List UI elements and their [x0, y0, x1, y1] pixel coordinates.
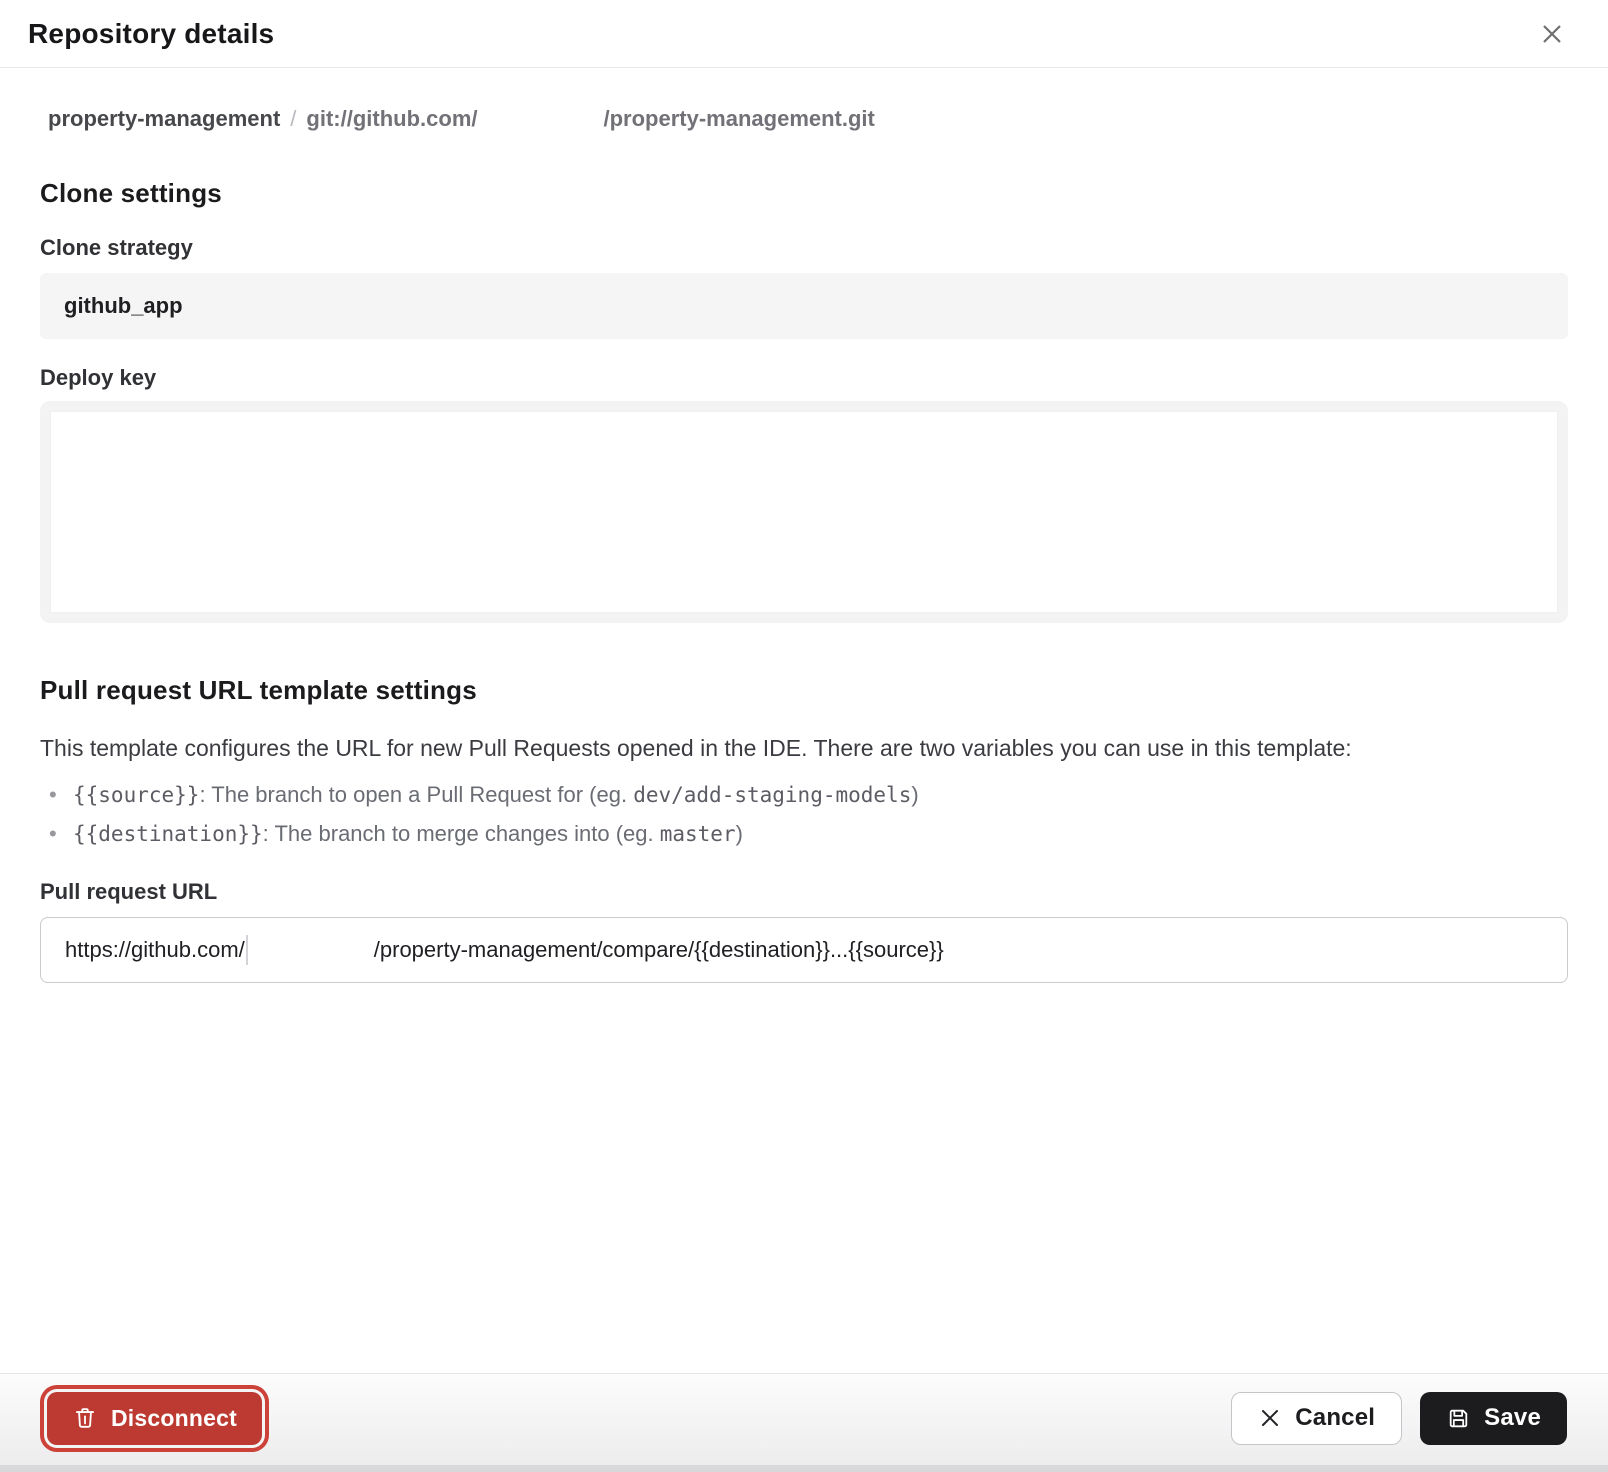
modal-footer: Disconnect Cancel Save	[0, 1373, 1608, 1472]
cancel-button-label: Cancel	[1295, 1404, 1375, 1432]
destination-variable-text: : The branch to merge changes into (eg.	[263, 821, 660, 846]
cancel-button[interactable]: Cancel	[1231, 1392, 1402, 1445]
destination-variable-code: {{destination}}	[73, 822, 263, 846]
source-variable-example: dev/add-staging-models	[633, 783, 911, 807]
clone-strategy-label: Clone strategy	[40, 235, 1568, 261]
modal-header: Repository details	[0, 0, 1608, 68]
deploy-key-textarea[interactable]	[40, 401, 1568, 623]
template-variable-source: {{source}}: The branch to open a Pull Re…	[40, 780, 1568, 810]
disconnect-button-label: Disconnect	[111, 1405, 237, 1432]
disconnect-button[interactable]: Disconnect	[47, 1392, 262, 1445]
pull-request-url-label: Pull request URL	[40, 879, 1568, 905]
deploy-key-label: Deploy key	[40, 365, 1568, 391]
source-variable-suffix: )	[911, 782, 918, 807]
destination-variable-suffix: )	[736, 821, 743, 846]
clone-strategy-value: github_app	[64, 293, 183, 319]
destination-variable-example: master	[660, 822, 736, 846]
remote-url-prefix: git://github.com/	[306, 106, 477, 131]
pull-request-url-suffix: /property-management/compare/{{destinati…	[374, 937, 944, 963]
modal-title: Repository details	[28, 18, 274, 50]
save-button[interactable]: Save	[1420, 1392, 1567, 1445]
source-variable-code: {{source}}	[73, 783, 199, 807]
clone-strategy-field: github_app	[40, 273, 1568, 339]
redacted-org-name	[248, 950, 374, 951]
close-icon	[1537, 19, 1567, 49]
save-button-label: Save	[1484, 1404, 1541, 1432]
save-floppy-icon	[1446, 1406, 1471, 1431]
breadcrumb-separator: /	[280, 106, 306, 131]
remote-url-suffix: /property-management.git	[604, 106, 875, 131]
redacted-org-name	[478, 125, 604, 126]
pull-request-url-input[interactable]: https://github.com/ /property-management/…	[40, 917, 1568, 983]
template-variable-list: {{source}}: The branch to open a Pull Re…	[40, 780, 1568, 849]
close-button[interactable]	[1532, 14, 1572, 54]
pull-request-url-prefix: https://github.com/	[65, 937, 245, 963]
cancel-x-icon	[1258, 1406, 1282, 1430]
breadcrumb: property-management/git://github.com/ /pr…	[40, 104, 1568, 134]
pr-template-description: This template configures the URL for new…	[40, 732, 1568, 764]
template-variable-destination: {{destination}}: The branch to merge cha…	[40, 819, 1568, 849]
clone-settings-heading: Clone settings	[40, 178, 1568, 209]
pr-template-heading: Pull request URL template settings	[40, 675, 1568, 706]
footer-actions: Cancel Save	[1231, 1392, 1567, 1445]
source-variable-text: : The branch to open a Pull Request for …	[199, 782, 633, 807]
trash-icon	[72, 1405, 98, 1431]
modal-body: property-management/git://github.com/ /pr…	[0, 104, 1608, 983]
repository-name: property-management	[48, 106, 280, 131]
